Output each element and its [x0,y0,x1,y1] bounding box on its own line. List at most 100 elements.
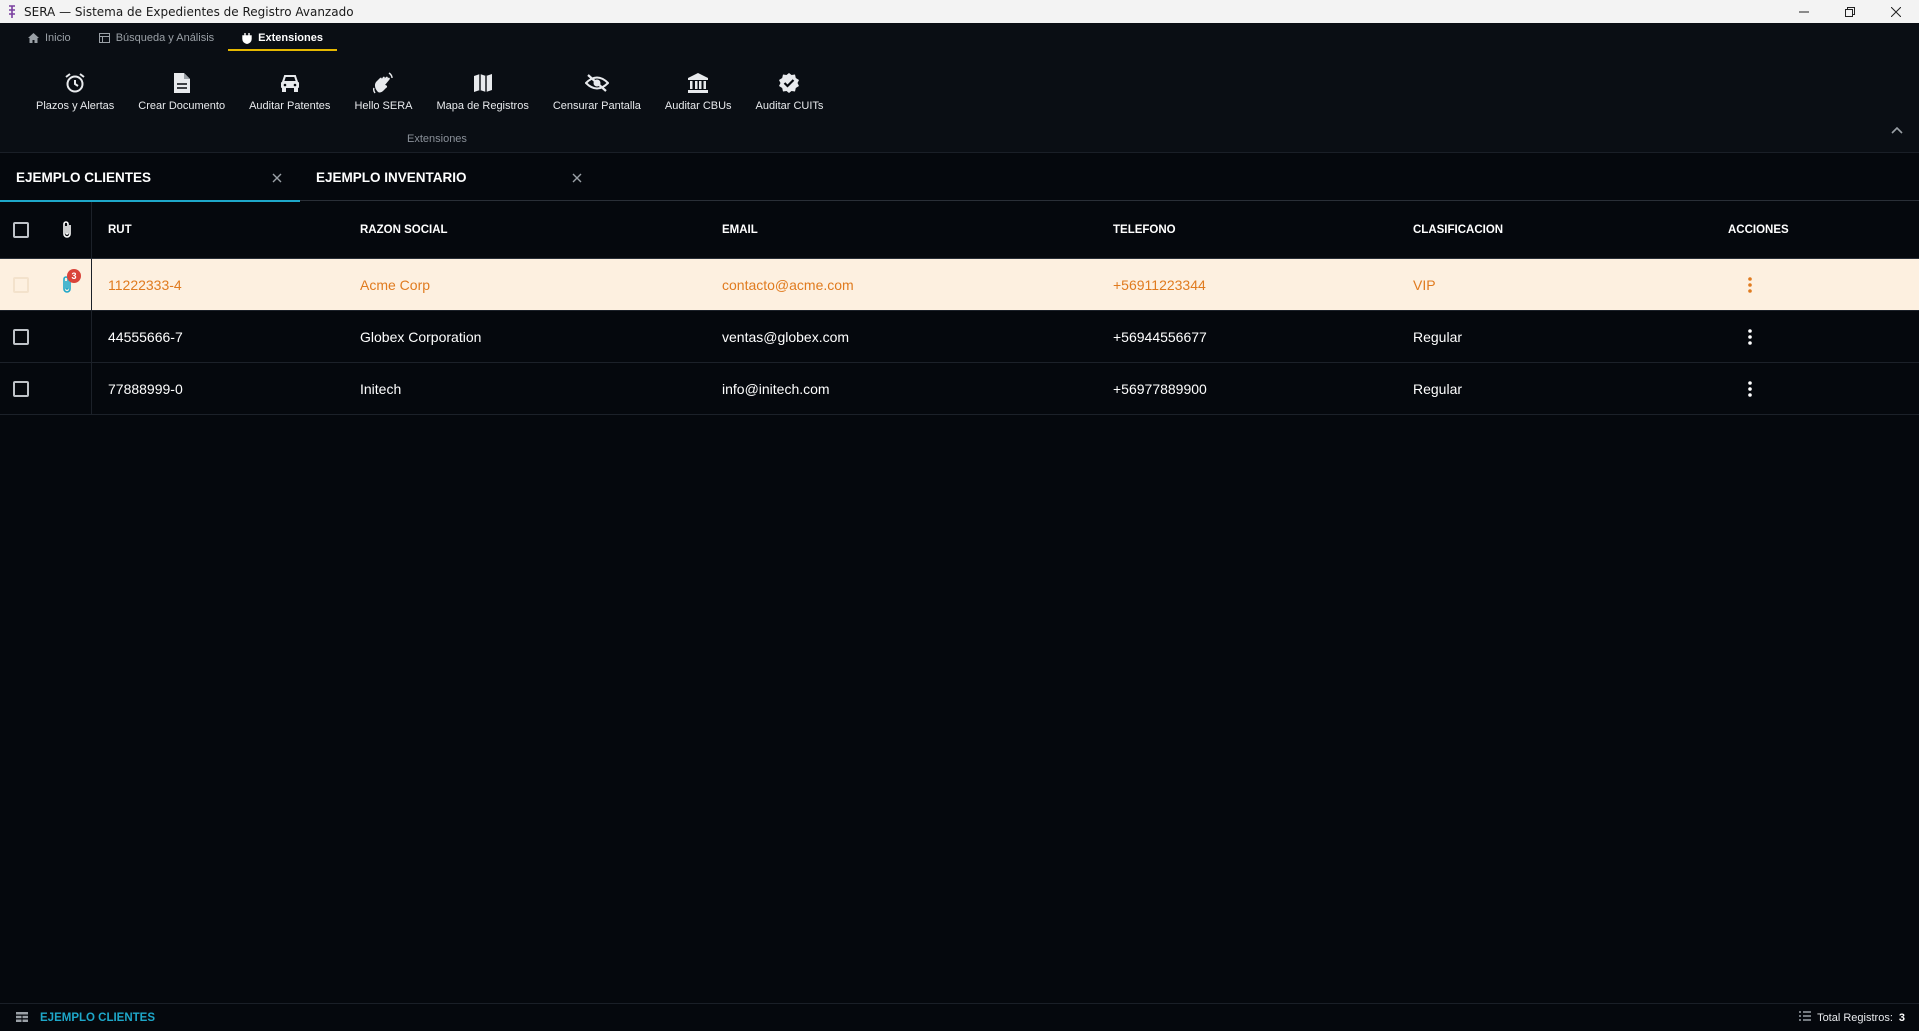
total-records-label: Total Registros: [1817,1011,1893,1024]
auditar-cbus-label: Auditar CBUs [664,100,732,112]
cell-razon-social: Acme Corp [360,276,431,293]
minimize-button[interactable] [1781,0,1827,23]
tab-inicio[interactable]: Inicio [14,23,85,53]
status-bar: EJEMPLO CLIENTES Total Registros: 3 [0,1003,1919,1031]
tab-inicio-label: Inicio [45,32,71,44]
hello-sera-button[interactable]: Hello SERA [342,71,424,112]
close-icon[interactable] [270,171,284,185]
column-header-razon-social[interactable]: RAZON SOCIAL [360,202,722,258]
doc-tab-ejemplo-inventario[interactable]: EJEMPLO INVENTARIO [300,154,600,201]
column-header-rut[interactable]: RUT [92,202,360,258]
censurar-pantalla-button[interactable]: Censurar Pantalla [541,71,653,112]
auditar-cuits-button[interactable]: Auditar CUITs [744,71,836,112]
table-row[interactable]: 77888999-0 Initech info@initech.com +569… [0,363,1919,415]
list-icon [1799,1011,1812,1024]
doc-tab-label: EJEMPLO INVENTARIO [316,170,467,185]
window-title: SERA — Sistema de Expedientes de Registr… [24,4,354,19]
cell-telefono: +56944556677 [1113,328,1207,345]
close-window-button[interactable] [1873,0,1919,23]
row-checkbox[interactable] [13,380,29,397]
attachments-cell[interactable]: 3 [42,259,92,310]
auditar-patentes-label: Auditar Patentes [249,100,331,112]
window-controls [1781,0,1919,23]
total-records-value: 3 [1898,1011,1905,1024]
auditar-cbus-button[interactable]: Auditar CBUs [653,71,744,112]
more-vert-icon[interactable] [1740,379,1760,399]
tab-busqueda[interactable]: Búsqueda y Análisis [85,23,228,53]
status-left: EJEMPLO CLIENTES [0,1009,155,1027]
cell-razon-social: Initech [360,380,402,397]
waving-hand-icon [371,71,395,95]
bank-icon [686,71,710,95]
cell-rut: 11222333-4 [108,276,182,293]
plug-icon [242,32,252,44]
table-icon [98,33,110,43]
select-all-checkbox[interactable] [13,222,29,238]
row-checkbox[interactable] [13,328,29,345]
column-header-telefono[interactable]: TELEFONO [1113,202,1413,258]
auditar-patentes-button[interactable]: Auditar Patentes [237,71,342,112]
cell-rut: 44555666-7 [108,328,183,345]
ribbon-group-label: Extensiones [407,133,467,145]
row-checkbox[interactable] [13,276,29,293]
tab-extensiones[interactable]: Extensiones [228,23,337,53]
cell-clasificacion: Regular [1413,328,1463,345]
row-select-cell [0,311,42,362]
eye-slash-icon [584,71,609,95]
cell-rut: 77888999-0 [108,380,183,397]
status-right: Total Registros: 3 [1799,1011,1905,1024]
chevron-up-icon [1891,126,1903,134]
document-tabs: EJEMPLO CLIENTES EJEMPLO INVENTARIO [0,154,1919,202]
crear-documento-button[interactable]: Crear Documento [126,71,237,112]
attachments-cell [42,363,92,414]
column-header-clasificacion[interactable]: CLASIFICACION [1413,202,1728,258]
actions-cell [1728,363,1919,414]
attachment-count-badge: 3 [67,269,81,283]
data-grid: RUT RAZON SOCIAL EMAIL TELEFONO CLASIFIC… [0,202,1919,415]
ribbon-tabs: Inicio Búsqueda y Análisis Extensiones [0,23,1919,53]
cell-clasificacion: VIP [1413,276,1436,293]
grid-view-icon [16,1009,28,1027]
attachments-cell [42,311,92,362]
app-logo-icon [6,4,18,19]
actions-cell [1728,311,1919,362]
car-icon [278,71,302,95]
column-header-acciones: ACCIONES [1728,224,1789,236]
close-icon[interactable] [570,171,584,185]
table-row[interactable]: 44555666-7 Globex Corporation ventas@glo… [0,311,1919,363]
restore-button[interactable] [1827,0,1873,23]
ribbon-group-extensiones: Plazos y Alertas Crear Documento Auditar… [24,71,835,112]
cell-razon-social: Globex Corporation [360,328,482,345]
tab-extensiones-label: Extensiones [258,32,323,44]
attachments-header [42,202,92,258]
more-vert-icon[interactable] [1740,275,1760,295]
grid-header: RUT RAZON SOCIAL EMAIL TELEFONO CLASIFIC… [0,202,1919,259]
ribbon-panel: Plazos y Alertas Crear Documento Auditar… [0,53,1919,153]
hello-sera-label: Hello SERA [354,100,413,112]
table-row[interactable]: 3 11222333-4 Acme Corp contacto@acme.com… [0,259,1919,311]
column-header-email[interactable]: EMAIL [722,202,1113,258]
crear-documento-label: Crear Documento [138,100,226,112]
cell-email: contacto@acme.com [722,276,854,293]
plazos-alertas-label: Plazos y Alertas [36,100,115,112]
plazos-alertas-button[interactable]: Plazos y Alertas [24,71,126,112]
mapa-registros-button[interactable]: Mapa de Registros [425,71,541,112]
doc-tab-ejemplo-clientes[interactable]: EJEMPLO CLIENTES [0,154,300,202]
row-select-cell [0,363,42,414]
title-bar: SERA — Sistema de Expedientes de Registr… [0,0,1919,23]
actions-cell [1728,259,1919,310]
cell-email: info@initech.com [722,380,830,397]
auditar-cuits-label: Auditar CUITs [755,100,824,112]
select-all-cell [0,202,42,258]
row-select-cell [0,259,42,310]
alarm-clock-icon [63,71,87,95]
more-vert-icon[interactable] [1740,327,1760,347]
cell-telefono: +56977889900 [1113,380,1207,397]
tab-busqueda-label: Búsqueda y Análisis [115,32,215,44]
verified-badge-icon [777,71,801,95]
collapse-ribbon-button[interactable] [1889,122,1905,138]
doc-tab-label: EJEMPLO CLIENTES [16,170,152,185]
paperclip-icon [62,221,71,238]
document-icon [170,71,194,95]
map-icon [471,71,495,95]
